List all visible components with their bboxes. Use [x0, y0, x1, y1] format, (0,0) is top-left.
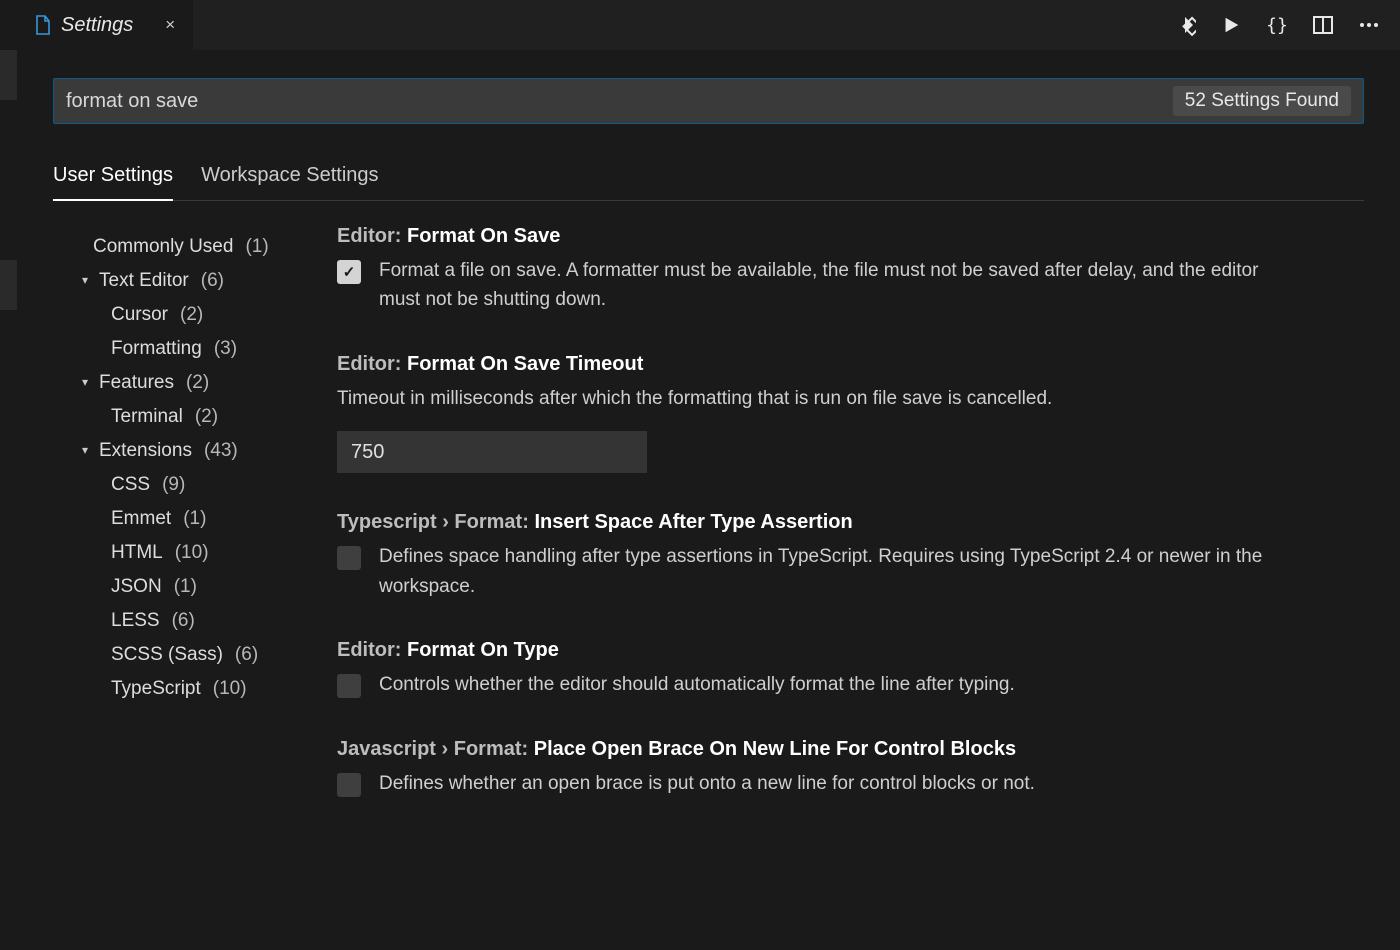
setting-scope: Editor: [337, 225, 407, 247]
tree-node-label: HTML [111, 543, 163, 562]
tree-node-label: Terminal [111, 407, 183, 426]
settings-list: Editor: Format On Save ✓ Format a file on … [333, 219, 1364, 950]
tree-node-count: (3) [214, 339, 237, 358]
tree-node-label: Text Editor [99, 271, 189, 290]
results-count-badge: 52 Settings Found [1173, 86, 1351, 116]
tree-node-count: (1) [245, 237, 268, 256]
setting-description: Controls whether the editor should autom… [379, 670, 1015, 699]
tree-node-count: (6) [172, 611, 195, 630]
tree-node[interactable]: Emmet (1) [53, 501, 333, 535]
tree-node[interactable]: SCSS (Sass) (6) [53, 637, 333, 671]
tree-node-count: (1) [174, 577, 197, 596]
setting-item: Javascript › Format: Place Open Brace On… [337, 738, 1317, 798]
setting-scope: Typescript › Format: [337, 511, 534, 533]
setting-name: Place Open Brace On New Line For Control… [534, 738, 1016, 760]
tab-workspace-settings[interactable]: Workspace Settings [201, 152, 379, 200]
file-icon [35, 15, 51, 35]
tree-node[interactable]: TypeScript (10) [53, 671, 333, 705]
tree-node-count: (2) [180, 305, 203, 324]
setting-item: Editor: Format On Save Timeout Timeout in… [337, 353, 1317, 473]
setting-item: Editor: Format On Type Controls whether t… [337, 639, 1317, 699]
tree-node-label: SCSS (Sass) [111, 645, 223, 664]
tree-node[interactable]: ▾ Features (2) [53, 365, 333, 399]
activity-bar [0, 0, 17, 950]
tree-node-count: (10) [213, 679, 247, 698]
tree-node-label: Commonly Used [93, 237, 233, 256]
tree-node[interactable]: LESS (6) [53, 603, 333, 637]
setting-checkbox[interactable]: ✓ [337, 260, 361, 284]
setting-name: Format On Save Timeout [407, 353, 643, 375]
tree-node-count: (10) [175, 543, 209, 562]
split-editor-icon[interactable] [1312, 14, 1334, 36]
more-icon[interactable] [1358, 14, 1380, 36]
close-icon[interactable]: × [165, 15, 175, 35]
tree-node[interactable]: ▾ Text Editor (6) [53, 263, 333, 297]
tree-node-label: TypeScript [111, 679, 201, 698]
setting-description: Defines space handling after type assert… [379, 542, 1317, 601]
tree-node-count: (2) [186, 373, 209, 392]
diff-icon[interactable] [1174, 14, 1196, 36]
tree-node[interactable]: Terminal (2) [53, 399, 333, 433]
tree-node[interactable]: JSON (1) [53, 569, 333, 603]
tab-user-settings[interactable]: User Settings [53, 152, 173, 201]
tree-node[interactable]: CSS (9) [53, 467, 333, 501]
tree-node[interactable]: ▾ Extensions (43) [53, 433, 333, 467]
tree-node-label: JSON [111, 577, 162, 596]
tree-node-count: (6) [235, 645, 258, 664]
setting-checkbox[interactable] [337, 674, 361, 698]
setting-description: Timeout in milliseconds after which the … [337, 384, 1317, 413]
setting-scope: Editor: [337, 353, 407, 375]
settings-categories-tree: Commonly Used (1) ▾ Text Editor (6) Cursor (2)… [53, 219, 333, 950]
tree-node[interactable]: Cursor (2) [53, 297, 333, 331]
setting-title: Typescript › Format: Insert Space After … [337, 511, 1317, 534]
tree-node-label: Extensions [99, 441, 192, 460]
tab-title: Settings [61, 14, 133, 37]
setting-title: Editor: Format On Type [337, 639, 1317, 662]
tree-node-label: Emmet [111, 509, 171, 528]
svg-text:{}: {} [1266, 15, 1288, 36]
tree-node-label: Cursor [111, 305, 168, 324]
editor-tabbar: Settings × {} [17, 0, 1400, 50]
tree-node-count: (9) [162, 475, 185, 494]
tree-node[interactable]: Commonly Used (1) [53, 229, 333, 263]
setting-description: Format a file on save. A formatter must … [379, 256, 1300, 315]
braces-icon[interactable]: {} [1266, 14, 1288, 36]
setting-name: Insert Space After Type Assertion [534, 511, 852, 533]
tree-node-label: Formatting [111, 339, 202, 358]
setting-checkbox[interactable] [337, 546, 361, 570]
setting-checkbox[interactable] [337, 773, 361, 797]
setting-title: Editor: Format On Save [337, 225, 1300, 248]
scope-tabs: User Settings Workspace Settings [53, 152, 1364, 201]
setting-scope: Editor: [337, 639, 407, 661]
tree-node-count: (1) [183, 509, 206, 528]
tree-node-count: (2) [195, 407, 218, 426]
play-icon[interactable] [1220, 14, 1242, 36]
tree-node-label: CSS [111, 475, 150, 494]
chevron-down-icon: ▾ [79, 444, 91, 456]
settings-search-input[interactable] [66, 90, 1173, 113]
editor-toolbar: {} [1174, 0, 1400, 50]
setting-number-input[interactable] [337, 431, 647, 473]
tree-node[interactable]: Formatting (3) [53, 331, 333, 365]
settings-search[interactable]: 52 Settings Found [53, 78, 1364, 124]
setting-item: Editor: Format On Save ✓ Format a file on … [333, 225, 1300, 315]
setting-item: Typescript › Format: Insert Space After … [337, 511, 1317, 601]
tab-settings[interactable]: Settings × [17, 0, 193, 50]
tree-node-count: (6) [201, 271, 224, 290]
tree-node-label: LESS [111, 611, 160, 630]
setting-title: Editor: Format On Save Timeout [337, 353, 1317, 376]
setting-name: Format On Save [407, 225, 560, 247]
setting-name: Format On Type [407, 639, 559, 661]
tree-node[interactable]: HTML (10) [53, 535, 333, 569]
chevron-down-icon: ▾ [79, 274, 91, 286]
tree-node-label: Features [99, 373, 174, 392]
setting-scope: Javascript › Format: [337, 738, 534, 760]
setting-description: Defines whether an open brace is put ont… [379, 769, 1035, 798]
setting-title: Javascript › Format: Place Open Brace On… [337, 738, 1317, 761]
tree-node-count: (43) [204, 441, 238, 460]
chevron-down-icon: ▾ [79, 376, 91, 388]
